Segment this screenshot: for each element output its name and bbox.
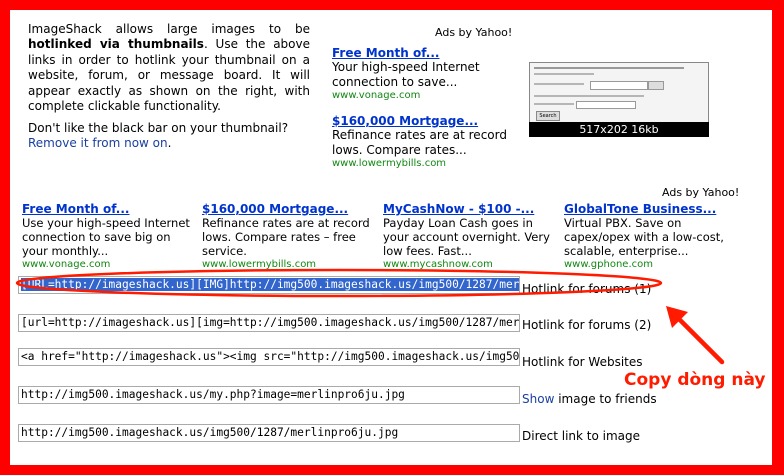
bottom-ad-1[interactable]: Free Month of... Use your high-speed Int… xyxy=(22,202,200,270)
show-link[interactable]: Show xyxy=(522,392,554,406)
remove-black-bar-link[interactable]: Remove it from now on xyxy=(28,136,168,150)
show-friends-field[interactable]: http://img500.imageshack.us/my.php?image… xyxy=(18,386,520,404)
top-ad-2-title[interactable]: $160,000 Mortgage... xyxy=(332,114,512,128)
thumbnail-search-button: Search xyxy=(536,111,560,121)
show-friends-value: http://img500.imageshack.us/my.php?image… xyxy=(21,388,405,401)
direct-link-field[interactable]: http://img500.imageshack.us/img500/1287/… xyxy=(18,424,520,442)
highlight-oval xyxy=(15,268,663,298)
imageshack-result-panel: ImageShack allows large images to be hot… xyxy=(10,10,772,465)
intro-text: ImageShack allows large images to be hot… xyxy=(28,22,310,114)
bottom-ad-2-desc: Refinance rates are at record lows. Comp… xyxy=(202,216,370,259)
bottom-ad-4-desc: Virtual PBX. Save on capex/opex with a l… xyxy=(564,216,724,259)
top-ad-1-title[interactable]: Free Month of... xyxy=(332,46,512,60)
hotlink-forums-2-field[interactable]: [url=http://imageshack.us][img=http://im… xyxy=(18,314,520,332)
black-bar-question: Don't like the black bar on your thumbna… xyxy=(28,121,289,135)
top-ad-2[interactable]: $160,000 Mortgage... Refinance rates are… xyxy=(332,114,512,169)
top-ad-2-desc: Refinance rates are at record lows. Comp… xyxy=(332,128,507,157)
bottom-ad-4[interactable]: GlobalTone Business... Virtual PBX. Save… xyxy=(564,202,742,270)
show-friends-label: Show image to friends xyxy=(522,392,657,406)
black-bar-suffix: . xyxy=(167,136,172,150)
show-friends-label-text: image to friends xyxy=(554,392,657,406)
bottom-ad-2-title[interactable]: $160,000 Mortgage... xyxy=(202,202,380,216)
thumbnail-caption: 517x202 16kb xyxy=(529,122,709,137)
bottom-ad-1-title[interactable]: Free Month of... xyxy=(22,202,200,216)
black-bar-notice: Don't like the black bar on your thumbna… xyxy=(28,121,318,151)
hotlink-forums-2-value: [url=http://imageshack.us][img=http://im… xyxy=(21,316,520,329)
top-ads-by-yahoo: Ads by Yahoo! xyxy=(435,26,513,39)
copy-this-line-annotation: Copy dòng này xyxy=(624,370,766,390)
direct-link-value: http://img500.imageshack.us/img500/1287/… xyxy=(21,426,399,439)
top-ad-2-url[interactable]: www.lowermybills.com xyxy=(332,158,512,169)
bottom-ad-3-title[interactable]: MyCashNow - $100 -... xyxy=(383,202,561,216)
direct-link-label: Direct link to image xyxy=(522,429,641,443)
bottom-ad-3-desc: Payday Loan Cash goes in your account ov… xyxy=(383,216,550,259)
intro-bold: hotlinked via thumbnails xyxy=(28,37,204,52)
hotlink-forums-2-label: Hotlink for forums (2) xyxy=(522,318,652,332)
bottom-ad-1-desc: Use your high-speed Internet connection … xyxy=(22,216,190,259)
top-ad-1-url[interactable]: www.vonage.com xyxy=(332,90,512,101)
hotlink-websites-value: <a href="http://imageshack.us"><img src=… xyxy=(21,350,520,363)
top-ad-1-desc: Your high-speed Internet connection to s… xyxy=(332,60,480,89)
bottom-ads-by-yahoo: Ads by Yahoo! xyxy=(662,186,740,199)
bottom-ad-4-title[interactable]: GlobalTone Business... xyxy=(564,202,742,216)
bottom-ad-3[interactable]: MyCashNow - $100 -... Payday Loan Cash g… xyxy=(383,202,561,270)
bottom-ad-2[interactable]: $160,000 Mortgage... Refinance rates are… xyxy=(202,202,380,270)
hotlink-websites-label: Hotlink for Websites xyxy=(522,355,643,369)
hotlink-websites-field[interactable]: <a href="http://imageshack.us"><img src=… xyxy=(18,348,520,366)
intro-part1: ImageShack allows large images to be xyxy=(28,22,310,36)
top-ad-1[interactable]: Free Month of... Your high-speed Interne… xyxy=(332,46,512,101)
